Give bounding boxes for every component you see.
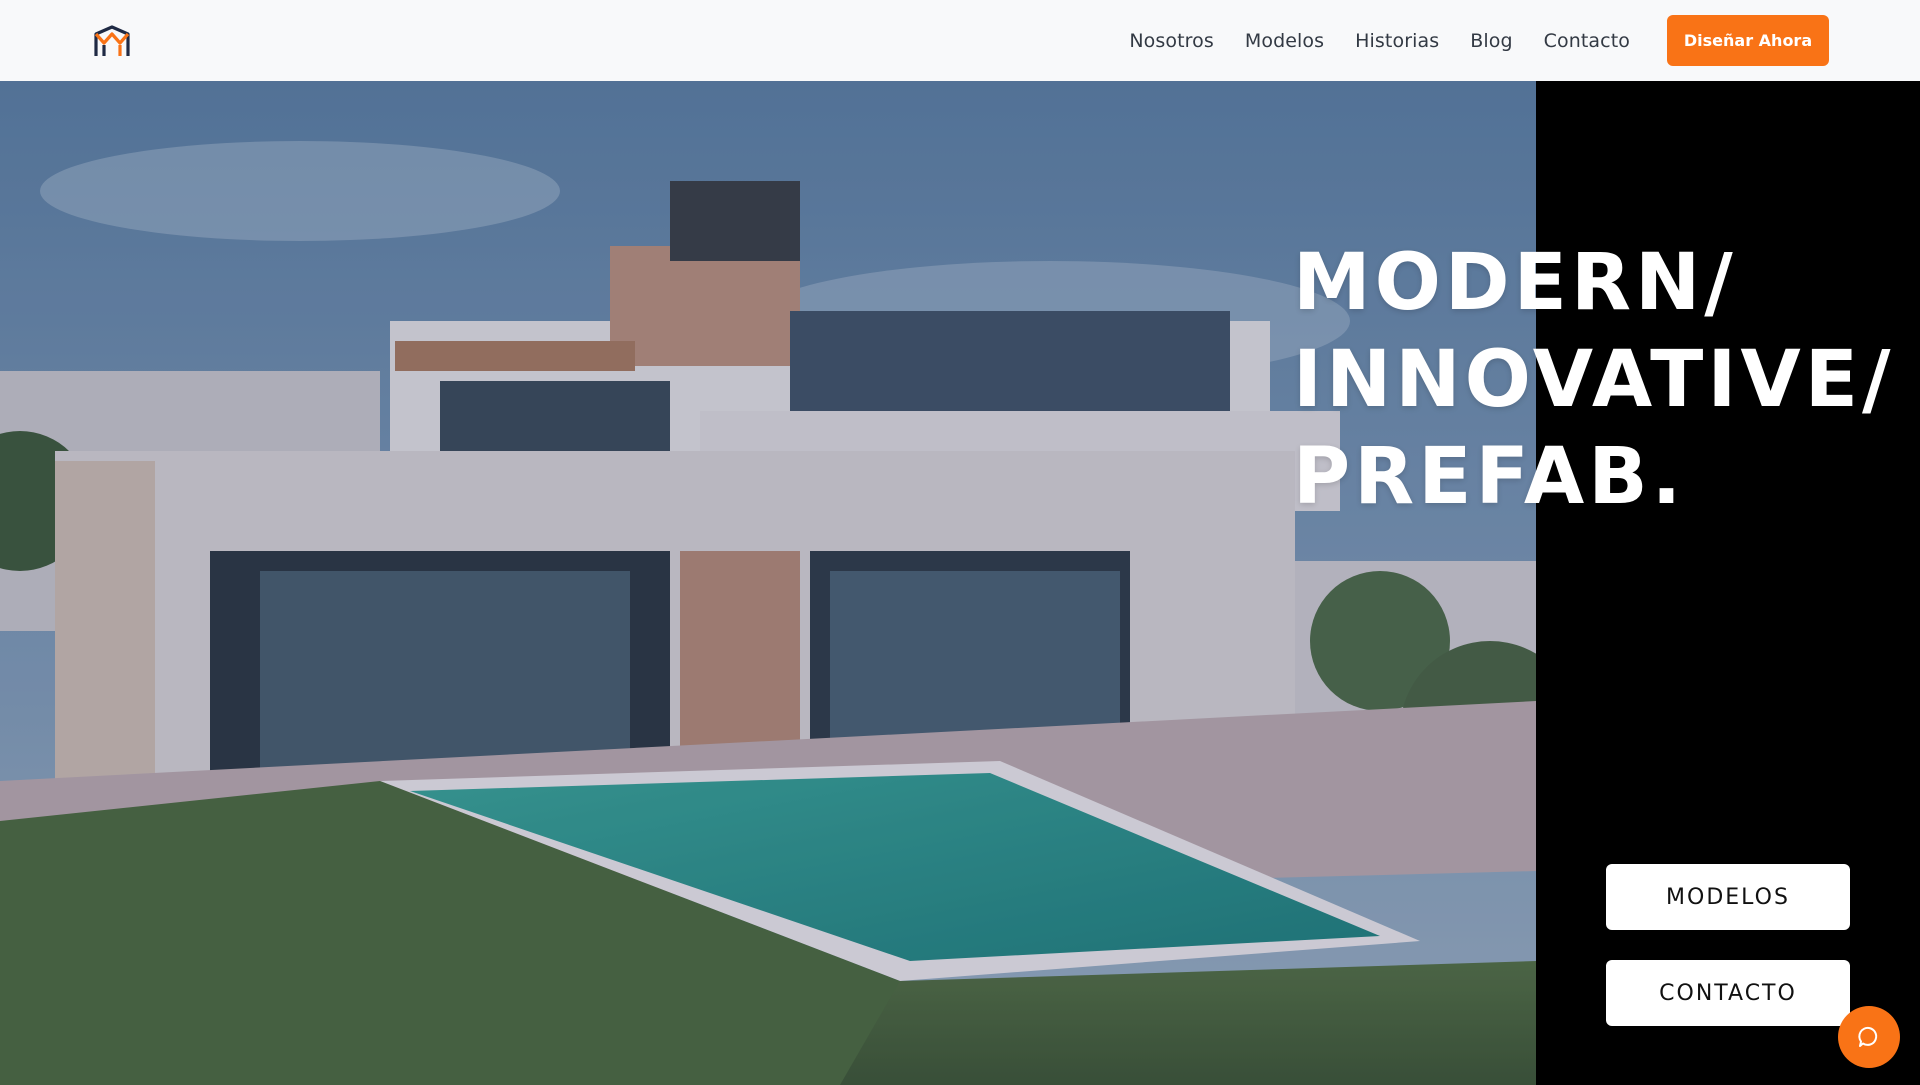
chat-icon [1858, 1026, 1878, 1047]
nav-link-contacto[interactable]: Contacto [1544, 30, 1630, 52]
nav-link-blog[interactable]: Blog [1470, 30, 1512, 52]
house-m-logo-icon[interactable] [94, 25, 130, 58]
models-button[interactable]: MODELOS [1606, 864, 1850, 930]
nav-link-historias[interactable]: Historias [1355, 30, 1439, 52]
headline-line: INNOVATIVE/ [1293, 335, 1895, 425]
hero-headline: MODERN/ INNOVATIVE/ PREFAB. [1293, 235, 1895, 526]
headline-line: PREFAB. [1293, 432, 1686, 522]
headline-line: MODERN/ [1293, 238, 1737, 328]
main-nav: Nosotros Modelos Historias Blog Contacto [1098, 0, 1630, 81]
navbar: Nosotros Modelos Historias Blog Contacto… [0, 0, 1920, 81]
modern-house-photo [0, 81, 1536, 1085]
nav-link-modelos[interactable]: Modelos [1245, 30, 1324, 52]
nav-link-nosotros[interactable]: Nosotros [1129, 30, 1214, 52]
hero-section: MODERN/ INNOVATIVE/ PREFAB. MODELOS CONT… [0, 81, 1920, 1085]
design-now-button[interactable]: Diseñar Ahora [1667, 15, 1829, 66]
chat-button[interactable] [1838, 1006, 1900, 1068]
contact-button[interactable]: CONTACTO [1606, 960, 1850, 1026]
